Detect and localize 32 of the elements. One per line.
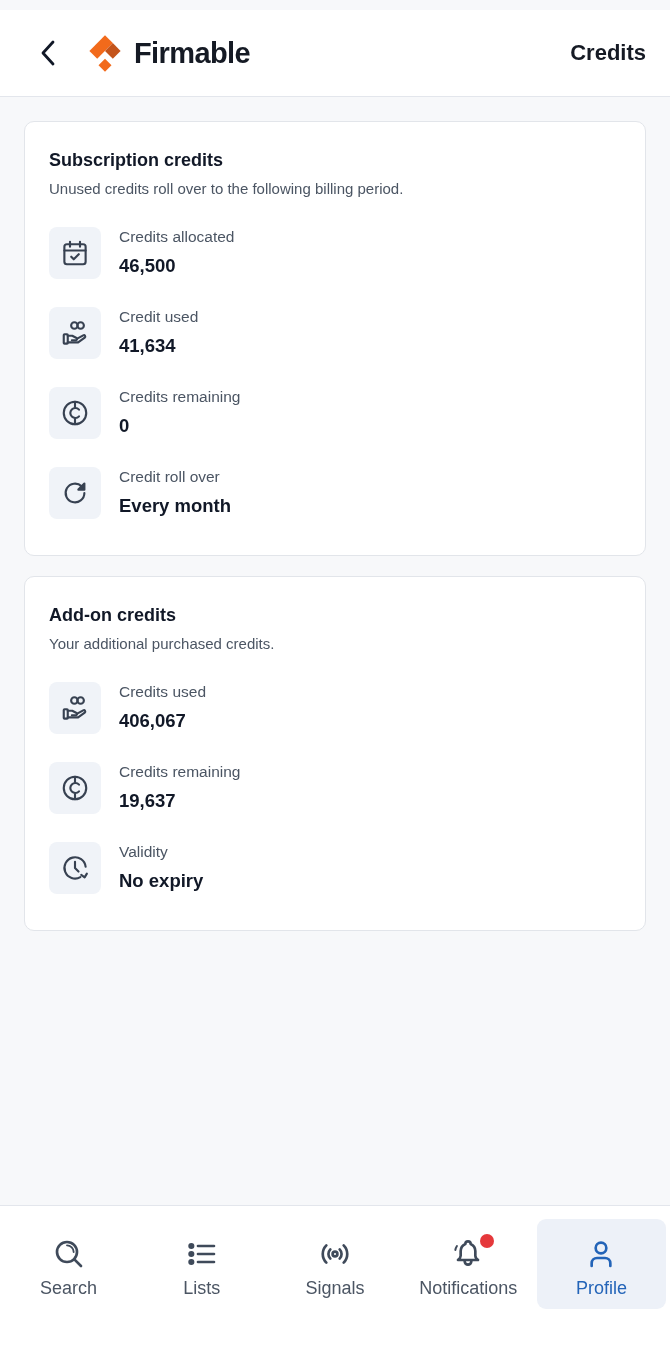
- nav-tab[interactable]: Notifications: [403, 1219, 533, 1309]
- card-title: Subscription credits: [49, 149, 225, 172]
- stat-label: Validity: [119, 842, 169, 862]
- stat-value: 46,500: [119, 254, 177, 278]
- stat-value: 0: [119, 414, 131, 438]
- logo-icon: [88, 33, 122, 73]
- card-subtitle: Your additional purchased credits.: [49, 634, 276, 654]
- stat-label: Credits remaining: [119, 762, 241, 782]
- coin-icon: [49, 387, 101, 439]
- calendar-check-icon: [49, 227, 101, 279]
- refresh-icon: [49, 467, 101, 519]
- stat-value: 41,634: [119, 334, 177, 358]
- stat-label: Credit roll over: [119, 467, 221, 487]
- hand-coins-icon: [49, 307, 101, 359]
- stat-value: Every month: [119, 494, 232, 518]
- stat-label: Credits allocated: [119, 227, 235, 247]
- stat-value: 19,637: [119, 789, 177, 813]
- card-title: Add-on credits: [49, 604, 177, 627]
- card-subtitle: Unused credits roll over to the following billing period.: [49, 179, 405, 199]
- logo-text: Firmable: [134, 36, 251, 70]
- stat-value: No expiry: [119, 869, 204, 893]
- nav-tab[interactable]: Profile: [536, 1219, 666, 1309]
- hand-coins-icon: [49, 682, 101, 734]
- nav-tab[interactable]: Lists: [137, 1219, 267, 1309]
- coin-icon: [49, 762, 101, 814]
- stat-label: Credits remaining: [119, 387, 241, 407]
- stat-value: 406,067: [119, 709, 187, 733]
- nav-tab[interactable]: Search: [4, 1219, 134, 1309]
- nav-tab[interactable]: Signals: [270, 1219, 400, 1309]
- page-title: Credits: [570, 40, 646, 66]
- stat-label: Credit used: [119, 307, 199, 327]
- stat-label: Credits used: [119, 682, 206, 702]
